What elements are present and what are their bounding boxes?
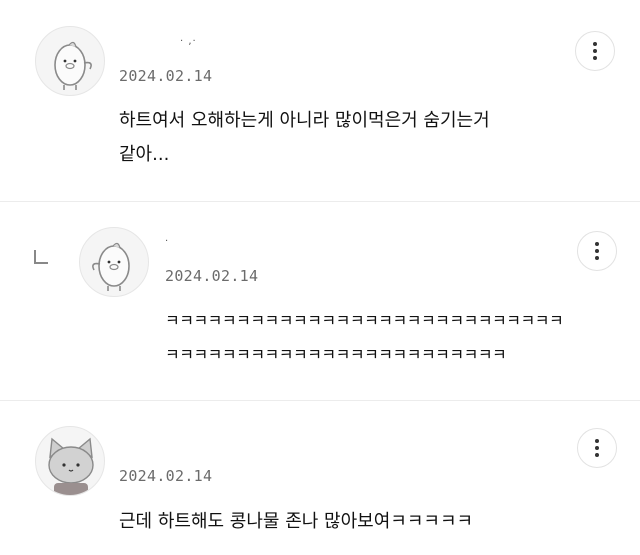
comment-text: 근데 하트해도 콩나물 존나 많아보여ㅋㅋㅋㅋㅋ xyxy=(119,511,474,532)
penguin-bird-icon xyxy=(54,41,92,90)
more-options-button[interactable] xyxy=(577,231,617,271)
reply-corner-icon xyxy=(34,250,48,264)
more-vertical-icon xyxy=(595,242,599,260)
more-vertical-icon xyxy=(593,42,597,60)
divider xyxy=(0,201,640,202)
more-options-button[interactable] xyxy=(577,428,617,468)
avatar[interactable] xyxy=(35,426,105,496)
comment-date: 2024.02.14 xyxy=(119,67,213,85)
penguin-bird-icon xyxy=(92,242,130,291)
more-options-button[interactable] xyxy=(575,31,615,71)
avatar[interactable] xyxy=(35,26,105,96)
avatar[interactable] xyxy=(79,227,149,297)
username[interactable]: · xyxy=(165,236,169,247)
comment-text: 하트여서 오해하는게 아니라 많이먹은거 숨기는거 같아... xyxy=(119,110,490,165)
more-vertical-icon xyxy=(595,439,599,457)
comment-date: 2024.02.14 xyxy=(119,467,213,485)
comment-date: 2024.02.14 xyxy=(165,267,259,285)
username[interactable]: · ,· xyxy=(180,36,197,47)
divider xyxy=(0,400,640,401)
gray-cat-icon xyxy=(48,437,94,495)
comment-text: ㅋㅋㅋㅋㅋㅋㅋㅋㅋㅋㅋㅋㅋㅋㅋㅋㅋㅋㅋㅋㅋㅋㅋㅋㅋㅋㅋㅋ ㅋㅋㅋㅋㅋㅋㅋㅋㅋㅋㅋ… xyxy=(165,311,564,364)
